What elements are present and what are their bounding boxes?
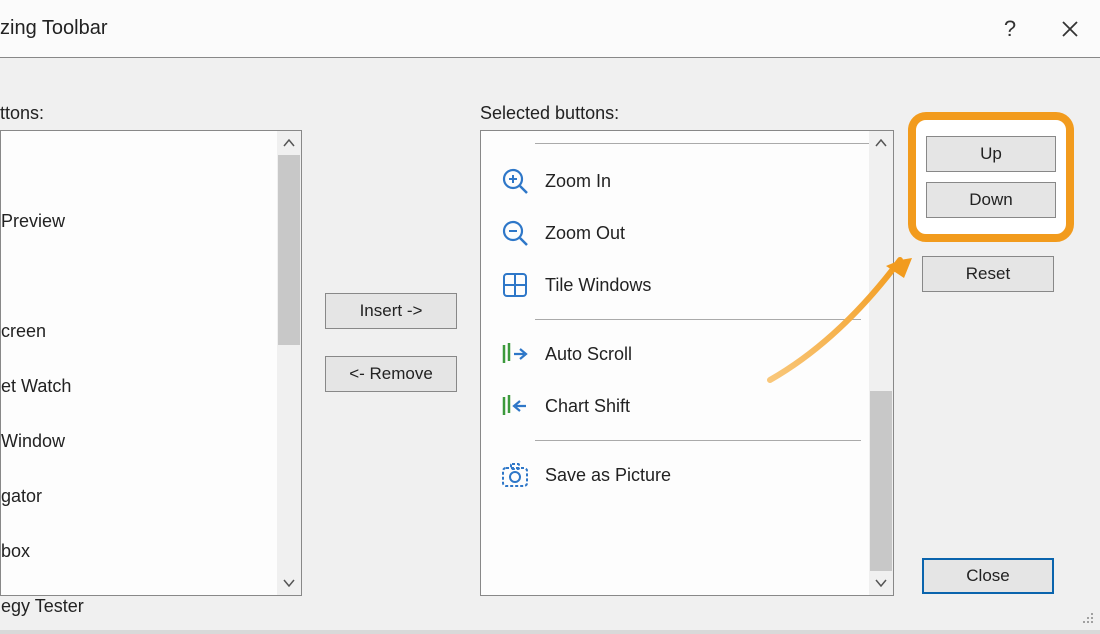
separator [535, 440, 861, 441]
save-picture-icon [493, 453, 537, 497]
chart-shift-icon [493, 384, 537, 428]
scroll-thumb[interactable] [278, 155, 300, 345]
down-button[interactable]: Down [926, 182, 1056, 218]
available-scrollbar[interactable] [277, 131, 301, 595]
list-item[interactable]: et Watch [1, 359, 277, 414]
remove-button[interactable]: <- Remove [325, 356, 457, 392]
help-button[interactable]: ? [980, 0, 1040, 58]
insert-button[interactable]: Insert -> [325, 293, 457, 329]
list-item-label: Chart Shift [545, 396, 630, 417]
list-item[interactable]: box [1, 524, 277, 579]
customize-toolbar-dialog: zing Toolbar ? ttons: Selected buttons: … [0, 0, 1100, 630]
list-item[interactable]: Zoom In [481, 155, 869, 207]
resize-grip-icon[interactable] [1076, 606, 1096, 626]
up-button[interactable]: Up [926, 136, 1056, 172]
scroll-thumb[interactable] [870, 391, 892, 571]
scroll-down-icon[interactable] [277, 571, 301, 595]
list-item[interactable]: egy Tester [1, 579, 277, 634]
list-item[interactable]: Window [1, 414, 277, 469]
list-item-label: Auto Scroll [545, 344, 632, 365]
list-item[interactable]: creen [1, 304, 277, 359]
reset-button[interactable]: Reset [922, 256, 1054, 292]
list-item-label: Tile Windows [545, 275, 651, 296]
scroll-up-icon[interactable] [277, 131, 301, 155]
list-item[interactable]: Preview [1, 194, 277, 249]
list-item[interactable]: gator [1, 469, 277, 524]
scroll-down-icon[interactable] [869, 571, 893, 595]
zoom-in-icon [493, 159, 537, 203]
close-button[interactable]: Close [922, 558, 1054, 594]
dialog-content: ttons: Selected buttons: Preview creen e… [0, 58, 1100, 630]
list-item[interactable] [1, 139, 277, 194]
selected-items: Zoom In Zoom Out Tile Windows [481, 131, 869, 595]
list-item[interactable]: Zoom Out [481, 207, 869, 259]
list-item[interactable]: Chart Shift [481, 380, 869, 432]
available-items: Preview creen et Watch Window gator box … [1, 131, 277, 595]
window-title: zing Toolbar [0, 17, 980, 40]
list-item[interactable]: Auto Scroll [481, 328, 869, 380]
titlebar: zing Toolbar ? [0, 0, 1100, 58]
tile-windows-icon [493, 263, 537, 307]
list-item-label: Zoom In [545, 171, 611, 192]
scroll-up-icon[interactable] [869, 131, 893, 155]
separator [535, 319, 861, 320]
list-item[interactable]: Tile Windows [481, 259, 869, 311]
selected-listbox[interactable]: Zoom In Zoom Out Tile Windows [480, 130, 894, 596]
selected-label: Selected buttons: [480, 103, 619, 124]
available-label: ttons: [0, 103, 44, 124]
list-item-label: Zoom Out [545, 223, 625, 244]
list-item[interactable]: Save as Picture [481, 449, 869, 501]
close-window-button[interactable] [1040, 0, 1100, 58]
list-item-label: Save as Picture [545, 465, 671, 486]
zoom-out-icon [493, 211, 537, 255]
highlight-annotation: Up Down [908, 112, 1074, 242]
list-item[interactable] [1, 249, 277, 304]
selected-scrollbar[interactable] [869, 131, 893, 595]
available-listbox[interactable]: Preview creen et Watch Window gator box … [0, 130, 302, 596]
auto-scroll-icon [493, 332, 537, 376]
